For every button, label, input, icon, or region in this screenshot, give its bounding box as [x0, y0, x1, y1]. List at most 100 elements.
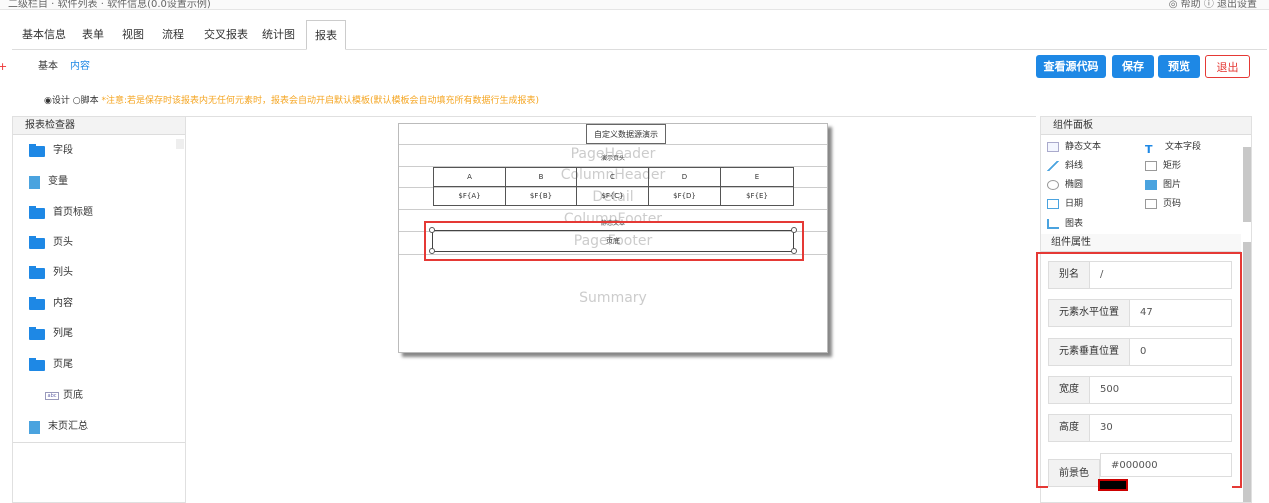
component-date[interactable]: 日期: [1047, 196, 1083, 212]
tab-crosstab[interactable]: 交叉报表: [204, 20, 248, 50]
top-bar: 二级栏目 · 软件列表 · 软件信息(0.0设置示例) ◎ 帮助 ⓘ 退出设置: [0, 0, 1269, 10]
tree-item-label: 列尾: [53, 328, 73, 339]
tab-report[interactable]: 报表: [306, 20, 346, 50]
subtab-content[interactable]: 内容: [70, 56, 90, 78]
prop-y-position[interactable]: 元素垂直位置 0: [1048, 338, 1232, 366]
table-header-cell[interactable]: B: [505, 167, 577, 187]
x-position-input[interactable]: 47: [1130, 300, 1163, 326]
resize-handle[interactable]: [429, 248, 435, 254]
component-chart[interactable]: 图表: [1047, 216, 1083, 232]
tree-item-summary[interactable]: 末页汇总: [29, 417, 88, 437]
mode-line: ◉设计 ○脚本 *注意:若是保存时该报表内无任何元素时，报表会自动开启默认模板(…: [44, 93, 539, 106]
folder-icon: [29, 296, 45, 310]
height-input[interactable]: 30: [1090, 415, 1123, 441]
foreground-color-input[interactable]: #000000: [1100, 453, 1232, 477]
properties-title: 组件属性: [1041, 234, 1241, 252]
exit-button[interactable]: 退出: [1205, 55, 1250, 78]
component-scrollbar[interactable]: [1243, 147, 1251, 222]
folder-icon: [29, 235, 45, 249]
table-field-cell[interactable]: $F{A}: [433, 186, 506, 206]
resize-handle[interactable]: [791, 227, 797, 233]
save-button[interactable]: 保存: [1112, 55, 1154, 78]
tree-item-page-footer[interactable]: 页尾: [29, 355, 73, 375]
component-label: 静态文本: [1065, 142, 1102, 152]
tree-item-label: 末页汇总: [48, 421, 88, 432]
tree-item-page-bottom[interactable]: abc 页底: [45, 386, 83, 406]
component-page-number[interactable]: 页码: [1145, 196, 1181, 212]
page-header-text[interactable]: 演示页头: [399, 153, 827, 162]
resize-handle[interactable]: [791, 248, 797, 254]
document-icon: [29, 175, 40, 189]
table-header-cell[interactable]: D: [648, 167, 721, 187]
prop-label: 前景色: [1048, 459, 1100, 487]
component-line[interactable]: 斜线: [1047, 158, 1083, 174]
inspector-scrollbar[interactable]: [176, 139, 184, 149]
component-ellipse[interactable]: 椭圆: [1047, 177, 1083, 193]
chart-icon: [1047, 219, 1059, 229]
folder-icon: [29, 326, 45, 340]
selected-page-bottom-text[interactable]: 页底: [432, 230, 794, 252]
prop-x-position[interactable]: 元素水平位置 47: [1048, 299, 1232, 327]
tree-item-fields[interactable]: 字段: [29, 141, 73, 161]
tab-view[interactable]: 视图: [122, 20, 144, 50]
tree-item-detail[interactable]: 内容: [29, 294, 73, 314]
component-label: 图表: [1065, 219, 1084, 229]
prop-height[interactable]: 高度 30: [1048, 414, 1232, 442]
tree-item-page-header[interactable]: 页头: [29, 233, 73, 253]
tab-form[interactable]: 表单: [82, 20, 104, 50]
divider: [13, 442, 185, 443]
properties-scrollbar[interactable]: [1243, 242, 1251, 502]
resize-handle[interactable]: [429, 227, 435, 233]
component-label: 日期: [1065, 199, 1084, 209]
tree-item-column-header[interactable]: 列头: [29, 263, 73, 283]
prop-foreground-color[interactable]: 前景色 #000000: [1048, 453, 1232, 493]
subtab-basic[interactable]: 基本: [38, 56, 58, 78]
component-image[interactable]: 图片: [1145, 177, 1181, 193]
table-field-cell[interactable]: $F{C}: [576, 186, 649, 206]
component-panel-title: 组件面板: [1041, 117, 1251, 135]
view-source-button[interactable]: 查看源代码: [1036, 55, 1106, 78]
table-header-cell[interactable]: E: [720, 167, 794, 187]
tab-basic-info[interactable]: 基本信息: [22, 20, 66, 50]
design-radio[interactable]: ◉设计: [44, 96, 70, 106]
component-label: 页码: [1163, 199, 1182, 209]
prop-label: 元素垂直位置: [1049, 339, 1130, 365]
tree-item-variables[interactable]: 变量: [29, 172, 68, 192]
static-text-icon: [1047, 142, 1059, 152]
tree-item-label: 字段: [53, 145, 73, 156]
tree-item-label: 页尾: [53, 359, 73, 370]
prop-label: 元素水平位置: [1049, 300, 1130, 326]
width-input[interactable]: 500: [1090, 377, 1129, 403]
alias-input[interactable]: /: [1090, 262, 1113, 288]
table-field-cell[interactable]: $F{B}: [505, 186, 577, 206]
tree-item-label: 列头: [53, 267, 73, 278]
breadcrumb: 二级栏目 · 软件列表 · 软件信息(0.0设置示例): [8, 0, 211, 10]
y-position-input[interactable]: 0: [1130, 339, 1156, 365]
report-title-box[interactable]: 自定义数据源演示: [586, 124, 666, 144]
tab-statistics-chart[interactable]: 统计图: [262, 20, 295, 50]
tree-item-label: 首页标题: [53, 207, 93, 218]
prop-alias[interactable]: 别名 /: [1048, 261, 1232, 289]
preview-button[interactable]: 预览: [1158, 55, 1200, 78]
top-right-links[interactable]: ◎ 帮助 ⓘ 退出设置: [1169, 0, 1257, 9]
report-canvas[interactable]: 自定义数据源演示 PageHeader 演示页头 ColumnHeader De…: [186, 116, 1036, 503]
table-field-cell[interactable]: $F{D}: [648, 186, 721, 206]
tree-item-column-footer[interactable]: 列尾: [29, 324, 73, 344]
prop-label: 宽度: [1049, 377, 1090, 403]
prop-width[interactable]: 宽度 500: [1048, 376, 1232, 404]
component-label: 椭圆: [1065, 180, 1084, 190]
table-field-cell[interactable]: $F{E}: [720, 186, 794, 206]
prop-label: 高度: [1049, 415, 1090, 441]
script-radio[interactable]: ○脚本: [73, 96, 99, 106]
tree-item-title[interactable]: 首页标题: [29, 203, 93, 223]
color-swatch[interactable]: [1098, 479, 1128, 491]
table-header-cell[interactable]: C: [576, 167, 649, 187]
prop-label: 别名: [1049, 262, 1090, 288]
component-rectangle[interactable]: 矩形: [1145, 158, 1181, 174]
table-header-cell[interactable]: A: [433, 167, 506, 187]
component-static-text[interactable]: 静态文本: [1047, 139, 1101, 155]
tab-flow[interactable]: 流程: [162, 20, 184, 50]
rectangle-icon: [1145, 161, 1157, 171]
side-marker: +: [0, 60, 8, 73]
component-text-field[interactable]: T 文本字段: [1145, 139, 1201, 156]
